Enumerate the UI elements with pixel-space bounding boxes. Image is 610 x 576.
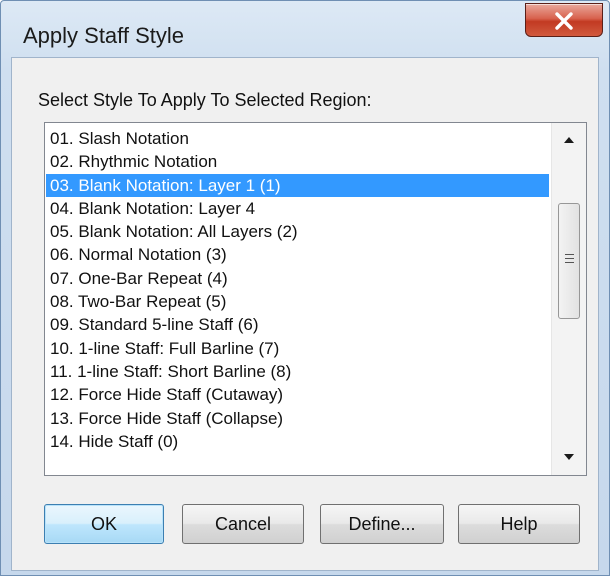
list-item[interactable]: 06. Normal Notation (3): [46, 243, 549, 266]
list-item[interactable]: 13. Force Hide Staff (Collapse): [46, 407, 549, 430]
help-button[interactable]: Help: [458, 504, 580, 544]
list-item[interactable]: 04. Blank Notation: Layer 4: [46, 197, 549, 220]
list-item[interactable]: 01. Slash Notation: [46, 127, 549, 150]
close-button[interactable]: [525, 3, 603, 37]
staff-style-list: 01. Slash Notation 02. Rhythmic Notation 0…: [46, 127, 549, 473]
ok-button[interactable]: OK: [44, 504, 164, 544]
scroll-down-button[interactable]: [552, 441, 586, 475]
list-item[interactable]: 10. 1-line Staff: Full Barline (7): [46, 337, 549, 360]
define-button[interactable]: Define...: [320, 504, 444, 544]
list-item[interactable]: 07. One-Bar Repeat (4): [46, 267, 549, 290]
list-item[interactable]: 03. Blank Notation: Layer 1 (1): [46, 173, 549, 197]
list-item[interactable]: 12. Force Hide Staff (Cutaway): [46, 383, 549, 406]
list-item[interactable]: 08. Two-Bar Repeat (5): [46, 290, 549, 313]
chevron-up-icon: [564, 137, 574, 143]
list-item[interactable]: 11. 1-line Staff: Short Barline (8): [46, 360, 549, 383]
list-item[interactable]: 05. Blank Notation: All Layers (2): [46, 220, 549, 243]
scroll-up-button[interactable]: [552, 123, 586, 157]
window-title: Apply Staff Style: [23, 23, 185, 48]
list-item[interactable]: 14. Hide Staff (0): [46, 430, 549, 453]
scroll-thumb[interactable]: [558, 203, 580, 319]
apply-staff-style-dialog: Apply Staff Style Select Style To Apply …: [0, 0, 610, 576]
cancel-button[interactable]: Cancel: [182, 504, 304, 544]
list-item[interactable]: 09. Standard 5-line Staff (6): [46, 313, 549, 336]
grip-icon: [565, 254, 574, 266]
list-item[interactable]: 02. Rhythmic Notation: [46, 150, 549, 173]
dialog-client-area: Select Style To Apply To Selected Region…: [11, 57, 599, 571]
close-icon: [555, 12, 573, 30]
vertical-scrollbar[interactable]: [551, 123, 586, 475]
chevron-down-icon: [564, 454, 574, 460]
select-style-label: Select Style To Apply To Selected Region…: [38, 90, 372, 110]
staff-style-listbox[interactable]: 01. Slash Notation 02. Rhythmic Notation 0…: [44, 122, 587, 476]
